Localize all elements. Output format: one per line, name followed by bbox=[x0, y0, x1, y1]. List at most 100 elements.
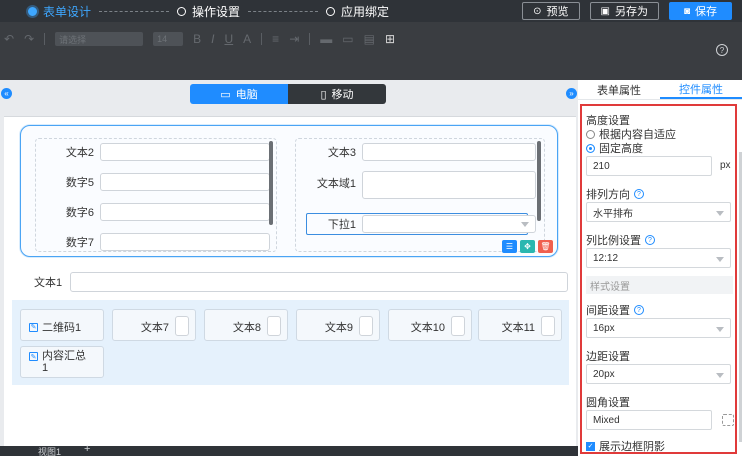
bold-icon[interactable]: B bbox=[193, 32, 201, 46]
field-cell[interactable]: 文本10 bbox=[388, 309, 472, 341]
block-controls: ☰ ✥ 🗑 bbox=[502, 240, 553, 253]
italic-icon[interactable]: I bbox=[211, 32, 214, 46]
text-input[interactable] bbox=[175, 316, 189, 336]
field-row[interactable]: 文本域1 bbox=[296, 171, 536, 199]
underline-icon[interactable]: U bbox=[224, 32, 233, 46]
redo-icon[interactable]: ↷ bbox=[24, 32, 34, 46]
format-toolbar-row: ↶ ↷ 请选择 14 B I U A ≡ ⇥ ▬ ▭ ▤ ⊞ bbox=[4, 30, 395, 48]
field-label: 文本1 bbox=[34, 277, 63, 289]
tab-view[interactable]: 视图1 bbox=[38, 445, 61, 456]
tab-desktop[interactable]: ▭ 电脑 bbox=[190, 84, 288, 104]
selected-layout-container[interactable]: 文本2 数字5 数字6 数字7 文本3 文本域1 下拉1 ☰ ✥ 🗑 bbox=[20, 125, 558, 257]
font-size-select[interactable]: 14 bbox=[153, 32, 184, 46]
field-row[interactable]: 下拉1 bbox=[296, 215, 536, 233]
direction-value: 水平排布 bbox=[593, 208, 633, 220]
field-cell[interactable]: 文本8 bbox=[204, 309, 288, 341]
step-form-design[interactable]: 表单设计 bbox=[28, 3, 91, 20]
fill-color-icon[interactable]: ▤ bbox=[364, 32, 375, 46]
indent-icon[interactable]: ⇥ bbox=[289, 32, 299, 46]
form-paper: 文本2 数字5 数字6 数字7 文本3 文本域1 下拉1 ☰ ✥ 🗑 文本1 ✎… bbox=[4, 116, 576, 456]
layout-container-2[interactable]: ✎ 二维码1 文本7 文本8 文本9 文本10 文本11 ✎ 内容汇总 1 bbox=[12, 300, 569, 385]
chevron-down-icon bbox=[716, 373, 724, 378]
border-width-icon[interactable]: ▭ bbox=[342, 32, 353, 46]
collapse-left-icon[interactable]: « bbox=[1, 88, 12, 99]
text-input[interactable] bbox=[267, 316, 281, 336]
top-actions: ⊙ 预览 ▣ 另存为 ◙ 保存 bbox=[522, 0, 732, 22]
dropdown-select[interactable] bbox=[362, 215, 536, 233]
shadow-checkbox[interactable]: ✓ 展示边框阴影 bbox=[586, 438, 665, 454]
text-input[interactable] bbox=[100, 143, 270, 161]
help-icon[interactable]: ? bbox=[716, 44, 728, 56]
tab-mobile[interactable]: ▯ 移动 bbox=[288, 84, 386, 104]
add-view-icon[interactable]: + bbox=[84, 443, 90, 455]
preview-label: 预览 bbox=[546, 6, 569, 18]
number-input[interactable] bbox=[100, 233, 270, 251]
move-icon[interactable]: ✥ bbox=[520, 240, 535, 253]
step-label: 表单设计 bbox=[43, 4, 92, 19]
direction-select[interactable]: 水平排布 bbox=[586, 202, 731, 222]
field-label: 文本9 bbox=[324, 322, 353, 334]
step-operation-settings[interactable]: 操作设置 bbox=[177, 3, 240, 20]
height-value-input[interactable]: 210 bbox=[586, 156, 712, 176]
font-family-select[interactable]: 请选择 bbox=[55, 32, 144, 46]
text-input[interactable] bbox=[362, 143, 536, 161]
help-icon[interactable]: ? bbox=[634, 189, 644, 199]
field-cell-summary[interactable]: ✎ 内容汇总 1 bbox=[20, 346, 104, 378]
column-scrollbar[interactable] bbox=[269, 141, 273, 225]
margin-select[interactable]: 20px bbox=[586, 364, 731, 384]
save-as-button[interactable]: ▣ 另存为 bbox=[589, 2, 659, 20]
align-icon[interactable]: ≡ bbox=[272, 32, 279, 46]
number-input[interactable] bbox=[100, 203, 270, 221]
help-icon[interactable]: ? bbox=[634, 305, 644, 315]
field-row[interactable]: 数字5 bbox=[36, 173, 270, 191]
font-color-icon[interactable]: A bbox=[243, 32, 251, 46]
text-input[interactable] bbox=[451, 316, 465, 336]
table-grid-icon[interactable]: ⊞ bbox=[385, 32, 395, 46]
collapse-right-icon[interactable]: » bbox=[566, 88, 577, 99]
border-style-icon[interactable]: ▬ bbox=[320, 32, 332, 46]
field-cell[interactable]: 文本9 bbox=[296, 309, 380, 341]
field-row[interactable]: 数字7 bbox=[36, 233, 270, 251]
field-cell-qrcode[interactable]: ✎ 二维码1 bbox=[20, 309, 104, 341]
monitor-icon: ▭ bbox=[220, 88, 231, 101]
text-input[interactable] bbox=[70, 272, 569, 292]
field-label: 文本11 bbox=[501, 322, 535, 334]
step-connector bbox=[248, 10, 319, 12]
properties-tabs: 表单属性 控件属性 bbox=[578, 80, 742, 100]
radio-fixed-height[interactable]: 固定高度 bbox=[586, 140, 643, 156]
layout-column-1[interactable]: 文本2 数字5 数字6 数字7 bbox=[35, 138, 277, 252]
expand-corners-icon[interactable] bbox=[722, 414, 734, 426]
field-row[interactable]: 数字6 bbox=[36, 203, 270, 221]
field-row[interactable]: 文本2 bbox=[36, 143, 270, 161]
column-scrollbar[interactable] bbox=[537, 141, 541, 221]
field-row-text1[interactable]: 文本1 bbox=[34, 272, 569, 292]
tab-form-properties[interactable]: 表单属性 bbox=[578, 80, 660, 99]
tab-control-properties[interactable]: 控件属性 bbox=[660, 80, 742, 99]
preview-button[interactable]: ⊙ 预览 bbox=[522, 2, 580, 20]
layout-column-2[interactable]: 文本3 文本域1 下拉1 bbox=[295, 138, 545, 252]
ratio-select[interactable]: 12:12 bbox=[586, 248, 731, 268]
step-dot-icon bbox=[326, 6, 336, 16]
control-properties-form: 高度设置 根据内容自适应 固定高度 210 px 排列方向 ? 水平排布 列比例… bbox=[580, 104, 737, 454]
save-as-label: 另存为 bbox=[614, 6, 648, 18]
chevron-down-icon bbox=[716, 257, 724, 262]
save-button[interactable]: ◙ 保存 bbox=[668, 2, 732, 20]
help-icon[interactable]: ? bbox=[645, 235, 655, 245]
field-cell[interactable]: 文本7 bbox=[112, 309, 196, 341]
number-input[interactable] bbox=[100, 173, 270, 191]
step-app-binding[interactable]: 应用绑定 bbox=[326, 3, 389, 20]
radius-input[interactable]: Mixed bbox=[586, 410, 712, 430]
step-active-dot-icon bbox=[28, 6, 37, 16]
gap-select[interactable]: 16px bbox=[586, 318, 731, 338]
textarea-input[interactable] bbox=[362, 171, 536, 199]
delete-icon[interactable]: 🗑 bbox=[538, 240, 553, 253]
undo-icon[interactable]: ↶ bbox=[4, 32, 14, 46]
text-input[interactable] bbox=[359, 316, 373, 336]
ratio-value: 12:12 bbox=[593, 252, 619, 264]
text-input[interactable] bbox=[541, 316, 555, 336]
direction-title-row: 排列方向 ? bbox=[586, 186, 644, 202]
field-row[interactable]: 文本3 bbox=[296, 143, 536, 161]
field-cell[interactable]: 文本11 bbox=[478, 309, 562, 341]
ratio-title: 列比例设置 bbox=[586, 235, 641, 247]
list-icon[interactable]: ☰ bbox=[502, 240, 517, 253]
